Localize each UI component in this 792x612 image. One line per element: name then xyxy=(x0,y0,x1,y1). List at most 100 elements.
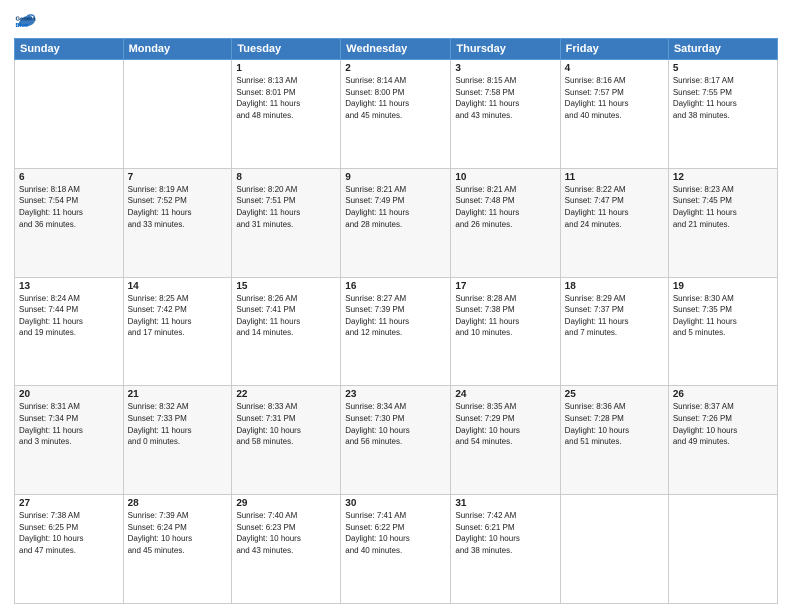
day-info: Sunrise: 8:24 AM Sunset: 7:44 PM Dayligh… xyxy=(19,293,119,339)
day-number: 23 xyxy=(345,389,446,400)
calendar-cell: 3Sunrise: 8:15 AM Sunset: 7:58 PM Daylig… xyxy=(451,60,560,169)
calendar-week-row: 13Sunrise: 8:24 AM Sunset: 7:44 PM Dayli… xyxy=(15,277,778,386)
day-number: 26 xyxy=(673,389,773,400)
day-info: Sunrise: 8:31 AM Sunset: 7:34 PM Dayligh… xyxy=(19,401,119,447)
calendar-cell: 6Sunrise: 8:18 AM Sunset: 7:54 PM Daylig… xyxy=(15,168,124,277)
calendar-cell: 17Sunrise: 8:28 AM Sunset: 7:38 PM Dayli… xyxy=(451,277,560,386)
day-info: Sunrise: 8:34 AM Sunset: 7:30 PM Dayligh… xyxy=(345,401,446,447)
day-info: Sunrise: 7:40 AM Sunset: 6:23 PM Dayligh… xyxy=(236,510,336,556)
calendar-cell: 22Sunrise: 8:33 AM Sunset: 7:31 PM Dayli… xyxy=(232,386,341,495)
day-number: 20 xyxy=(19,389,119,400)
calendar-cell: 23Sunrise: 8:34 AM Sunset: 7:30 PM Dayli… xyxy=(341,386,451,495)
day-info: Sunrise: 8:14 AM Sunset: 8:00 PM Dayligh… xyxy=(345,75,446,121)
calendar-cell xyxy=(560,495,668,604)
day-number: 13 xyxy=(19,281,119,292)
calendar-cell: 12Sunrise: 8:23 AM Sunset: 7:45 PM Dayli… xyxy=(668,168,777,277)
day-number: 17 xyxy=(455,281,555,292)
calendar-week-row: 1Sunrise: 8:13 AM Sunset: 8:01 PM Daylig… xyxy=(15,60,778,169)
day-number: 7 xyxy=(128,172,228,183)
day-info: Sunrise: 8:37 AM Sunset: 7:26 PM Dayligh… xyxy=(673,401,773,447)
day-number: 11 xyxy=(565,172,664,183)
calendar-week-row: 27Sunrise: 7:38 AM Sunset: 6:25 PM Dayli… xyxy=(15,495,778,604)
calendar-cell: 13Sunrise: 8:24 AM Sunset: 7:44 PM Dayli… xyxy=(15,277,124,386)
day-number: 24 xyxy=(455,389,555,400)
calendar-cell: 20Sunrise: 8:31 AM Sunset: 7:34 PM Dayli… xyxy=(15,386,124,495)
day-number: 21 xyxy=(128,389,228,400)
day-number: 9 xyxy=(345,172,446,183)
calendar-header-row: SundayMondayTuesdayWednesdayThursdayFrid… xyxy=(15,39,778,60)
calendar-cell: 16Sunrise: 8:27 AM Sunset: 7:39 PM Dayli… xyxy=(341,277,451,386)
day-info: Sunrise: 8:27 AM Sunset: 7:39 PM Dayligh… xyxy=(345,293,446,339)
calendar-week-row: 6Sunrise: 8:18 AM Sunset: 7:54 PM Daylig… xyxy=(15,168,778,277)
page: General Blue SundayMondayTuesdayWednesda… xyxy=(0,0,792,612)
day-number: 5 xyxy=(673,63,773,74)
day-number: 12 xyxy=(673,172,773,183)
day-info: Sunrise: 8:18 AM Sunset: 7:54 PM Dayligh… xyxy=(19,184,119,230)
day-info: Sunrise: 8:21 AM Sunset: 7:49 PM Dayligh… xyxy=(345,184,446,230)
calendar-cell: 14Sunrise: 8:25 AM Sunset: 7:42 PM Dayli… xyxy=(123,277,232,386)
day-header-tuesday: Tuesday xyxy=(232,39,341,60)
day-header-thursday: Thursday xyxy=(451,39,560,60)
svg-text:General: General xyxy=(15,16,36,22)
calendar-cell: 2Sunrise: 8:14 AM Sunset: 8:00 PM Daylig… xyxy=(341,60,451,169)
calendar-cell: 4Sunrise: 8:16 AM Sunset: 7:57 PM Daylig… xyxy=(560,60,668,169)
day-info: Sunrise: 8:30 AM Sunset: 7:35 PM Dayligh… xyxy=(673,293,773,339)
calendar-cell: 21Sunrise: 8:32 AM Sunset: 7:33 PM Dayli… xyxy=(123,386,232,495)
day-info: Sunrise: 7:38 AM Sunset: 6:25 PM Dayligh… xyxy=(19,510,119,556)
day-number: 29 xyxy=(236,498,336,509)
day-number: 3 xyxy=(455,63,555,74)
day-number: 8 xyxy=(236,172,336,183)
calendar-cell: 8Sunrise: 8:20 AM Sunset: 7:51 PM Daylig… xyxy=(232,168,341,277)
day-info: Sunrise: 8:29 AM Sunset: 7:37 PM Dayligh… xyxy=(565,293,664,339)
calendar-table: SundayMondayTuesdayWednesdayThursdayFrid… xyxy=(14,38,778,604)
calendar-cell: 27Sunrise: 7:38 AM Sunset: 6:25 PM Dayli… xyxy=(15,495,124,604)
day-number: 25 xyxy=(565,389,664,400)
day-header-friday: Friday xyxy=(560,39,668,60)
day-number: 14 xyxy=(128,281,228,292)
day-number: 28 xyxy=(128,498,228,509)
day-header-saturday: Saturday xyxy=(668,39,777,60)
day-number: 22 xyxy=(236,389,336,400)
header: General Blue xyxy=(14,10,778,32)
day-number: 15 xyxy=(236,281,336,292)
day-number: 31 xyxy=(455,498,555,509)
logo: General Blue xyxy=(14,10,38,32)
day-number: 30 xyxy=(345,498,446,509)
day-info: Sunrise: 8:36 AM Sunset: 7:28 PM Dayligh… xyxy=(565,401,664,447)
calendar-cell: 28Sunrise: 7:39 AM Sunset: 6:24 PM Dayli… xyxy=(123,495,232,604)
calendar-cell: 7Sunrise: 8:19 AM Sunset: 7:52 PM Daylig… xyxy=(123,168,232,277)
day-info: Sunrise: 8:32 AM Sunset: 7:33 PM Dayligh… xyxy=(128,401,228,447)
day-number: 27 xyxy=(19,498,119,509)
calendar-week-row: 20Sunrise: 8:31 AM Sunset: 7:34 PM Dayli… xyxy=(15,386,778,495)
calendar-cell xyxy=(15,60,124,169)
calendar-cell: 18Sunrise: 8:29 AM Sunset: 7:37 PM Dayli… xyxy=(560,277,668,386)
day-info: Sunrise: 8:22 AM Sunset: 7:47 PM Dayligh… xyxy=(565,184,664,230)
day-number: 6 xyxy=(19,172,119,183)
day-header-sunday: Sunday xyxy=(15,39,124,60)
calendar-cell: 26Sunrise: 8:37 AM Sunset: 7:26 PM Dayli… xyxy=(668,386,777,495)
day-number: 2 xyxy=(345,63,446,74)
day-info: Sunrise: 8:23 AM Sunset: 7:45 PM Dayligh… xyxy=(673,184,773,230)
day-info: Sunrise: 8:19 AM Sunset: 7:52 PM Dayligh… xyxy=(128,184,228,230)
day-info: Sunrise: 8:26 AM Sunset: 7:41 PM Dayligh… xyxy=(236,293,336,339)
day-info: Sunrise: 8:20 AM Sunset: 7:51 PM Dayligh… xyxy=(236,184,336,230)
day-number: 16 xyxy=(345,281,446,292)
logo-icon: General Blue xyxy=(14,10,36,32)
day-number: 18 xyxy=(565,281,664,292)
day-info: Sunrise: 7:39 AM Sunset: 6:24 PM Dayligh… xyxy=(128,510,228,556)
calendar-cell: 29Sunrise: 7:40 AM Sunset: 6:23 PM Dayli… xyxy=(232,495,341,604)
day-info: Sunrise: 8:13 AM Sunset: 8:01 PM Dayligh… xyxy=(236,75,336,121)
day-number: 1 xyxy=(236,63,336,74)
calendar-cell xyxy=(123,60,232,169)
day-info: Sunrise: 8:21 AM Sunset: 7:48 PM Dayligh… xyxy=(455,184,555,230)
calendar-cell: 5Sunrise: 8:17 AM Sunset: 7:55 PM Daylig… xyxy=(668,60,777,169)
calendar-cell xyxy=(668,495,777,604)
day-number: 19 xyxy=(673,281,773,292)
day-info: Sunrise: 8:17 AM Sunset: 7:55 PM Dayligh… xyxy=(673,75,773,121)
day-info: Sunrise: 8:33 AM Sunset: 7:31 PM Dayligh… xyxy=(236,401,336,447)
day-number: 10 xyxy=(455,172,555,183)
day-info: Sunrise: 8:28 AM Sunset: 7:38 PM Dayligh… xyxy=(455,293,555,339)
calendar-cell: 25Sunrise: 8:36 AM Sunset: 7:28 PM Dayli… xyxy=(560,386,668,495)
day-header-wednesday: Wednesday xyxy=(341,39,451,60)
calendar-cell: 11Sunrise: 8:22 AM Sunset: 7:47 PM Dayli… xyxy=(560,168,668,277)
